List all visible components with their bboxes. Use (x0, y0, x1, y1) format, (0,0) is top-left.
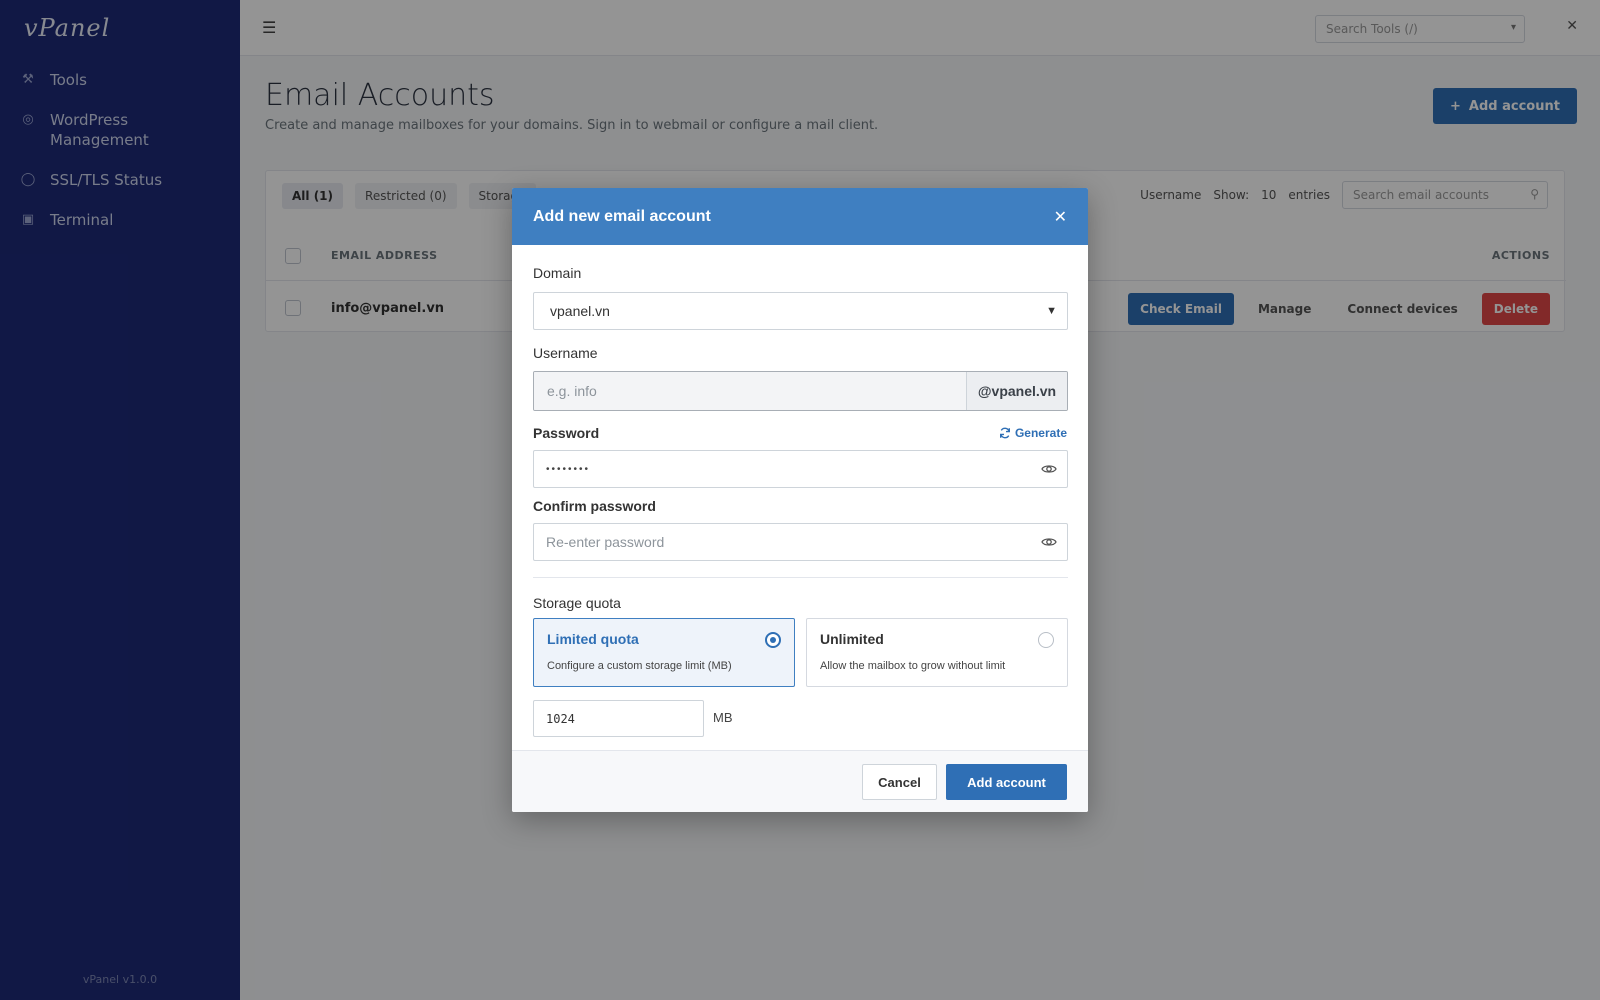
unlimited-quota-radio[interactable] (1038, 632, 1054, 648)
generate-password-button[interactable]: Generate (999, 426, 1067, 440)
section-divider (533, 577, 1068, 578)
modal-footer: Cancel Add account (512, 750, 1088, 812)
limited-quota-radio[interactable] (765, 632, 781, 648)
password-label: Password (533, 425, 600, 441)
eye-icon[interactable] (1041, 462, 1057, 476)
username-label: Username (533, 345, 598, 361)
chevron-down-icon: ▼ (1046, 305, 1057, 317)
quota-unit-label: MB (713, 710, 733, 725)
unlimited-quota-description: Allow the mailbox to grow without limit (820, 660, 1006, 672)
confirm-password-input[interactable]: Re-enter password (533, 523, 1068, 561)
domain-select-value: vpanel.vn (550, 303, 610, 319)
submit-add-account-button[interactable]: Add account (946, 764, 1067, 800)
username-input[interactable]: e.g. info (534, 372, 966, 410)
eye-icon[interactable] (1041, 535, 1057, 549)
domain-select[interactable]: vpanel.vn ▼ (533, 292, 1068, 330)
modal-header: Add new email account ✕ (512, 188, 1088, 245)
quota-size-input[interactable]: 1024 (533, 700, 704, 737)
add-email-account-modal: Add new email account ✕ Domain vpanel.vn… (512, 188, 1088, 812)
unlimited-quota-title: Unlimited (820, 631, 884, 647)
confirm-password-label: Confirm password (533, 498, 656, 514)
unlimited-quota-option[interactable]: Unlimited Allow the mailbox to grow with… (806, 618, 1068, 687)
storage-quota-label: Storage quota (533, 595, 621, 611)
cancel-button[interactable]: Cancel (862, 764, 937, 800)
password-mask: •••••••• (546, 463, 591, 475)
domain-label: Domain (533, 265, 582, 281)
modal-title: Add new email account (533, 207, 711, 225)
limited-quota-description: Configure a custom storage limit (MB) (547, 660, 732, 672)
confirm-password-placeholder: Re-enter password (546, 534, 665, 550)
limited-quota-option[interactable]: Limited quota Configure a custom storage… (533, 618, 795, 687)
modal-body: Domain vpanel.vn ▼ Username e.g. info @v… (512, 245, 1088, 755)
password-input[interactable]: •••••••• (533, 450, 1068, 488)
refresh-icon (999, 427, 1010, 439)
generate-label: Generate (1014, 426, 1067, 440)
limited-quota-title: Limited quota (547, 631, 639, 647)
username-placeholder: e.g. info (547, 383, 597, 399)
username-input-group: e.g. info @vpanel.vn (533, 371, 1068, 411)
close-icon[interactable]: ✕ (1054, 207, 1067, 226)
quota-size-value: 1024 (546, 711, 575, 726)
username-domain-suffix: @vpanel.vn (966, 372, 1067, 410)
